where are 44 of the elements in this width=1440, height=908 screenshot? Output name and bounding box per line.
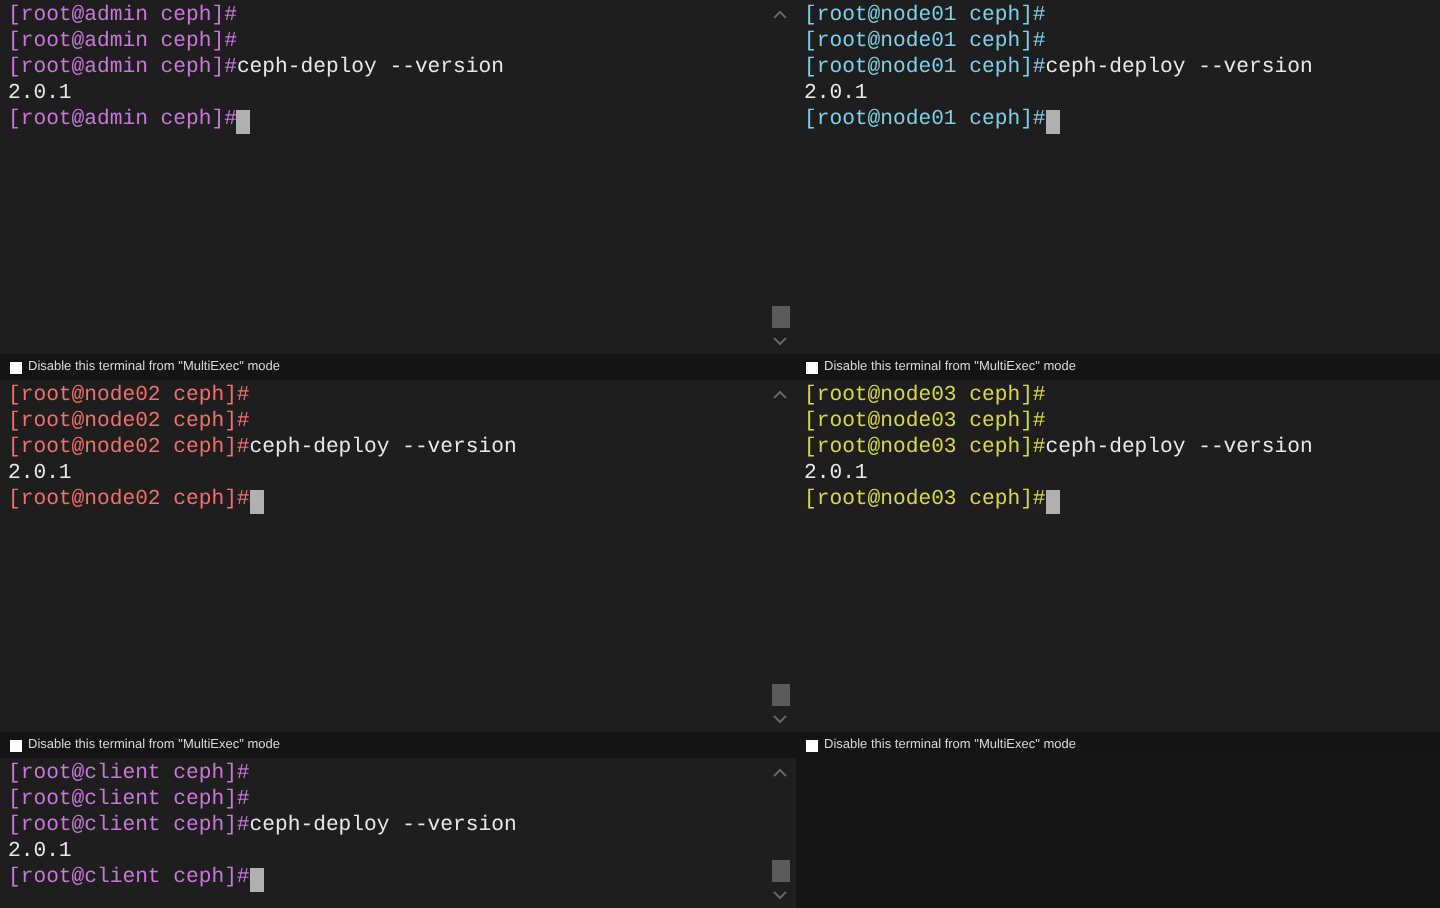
- shell-prompt: [root@node03 ceph]#: [804, 410, 1046, 436]
- scroll-up-icon[interactable]: [772, 8, 788, 20]
- shell-prompt: [root@node01 ceph]#: [804, 30, 1046, 56]
- shell-prompt: [root@node02 ceph]#: [8, 436, 250, 462]
- shell-prompt: [root@admin ceph]#: [8, 4, 237, 30]
- scrollbar-thumb[interactable]: [771, 684, 789, 706]
- scrollbar-thumb[interactable]: [771, 860, 789, 882]
- shell-prompt: [root@node02 ceph]#: [8, 384, 250, 410]
- command-output: 2.0.1: [804, 462, 868, 488]
- shell-prompt: [root@node03 ceph]#: [804, 436, 1046, 462]
- shell-prompt: [root@node02 ceph]#: [8, 488, 250, 514]
- scrollbar-thumb[interactable]: [771, 306, 789, 328]
- shell-command: ceph-deploy --version: [236, 56, 504, 82]
- scroll-down-icon[interactable]: [772, 336, 788, 348]
- shell-prompt: [root@client ceph]#: [8, 762, 250, 788]
- scroll-up-icon[interactable]: [772, 766, 788, 778]
- shell-prompt: [root@node03 ceph]#: [804, 384, 1046, 410]
- shell-command: ceph-deploy --version: [249, 814, 517, 840]
- shell-prompt: [root@node03 ceph]#: [804, 488, 1046, 514]
- command-output: 2.0.1: [8, 82, 72, 108]
- command-output: 2.0.1: [8, 840, 72, 866]
- shell-command: ceph-deploy --version: [249, 436, 517, 462]
- shell-prompt: [root@admin ceph]#: [8, 56, 237, 82]
- shell-command: ceph-deploy --version: [1045, 56, 1313, 82]
- command-output: 2.0.1: [804, 82, 868, 108]
- terminal-pane[interactable]: [root@client ceph]# [root@client ceph]# [root@client ceph]#ceph-deploy --version 2.0.1 [root@client ceph]#: [0, 758, 796, 908]
- terminal-pane[interactable]: [root@node01 ceph]# [root@node01 ceph]# [root@node01 ceph]#ceph-deploy --version 2.0.1 [root@node01 ceph]#: [796, 0, 1440, 354]
- scroll-down-icon[interactable]: [772, 890, 788, 902]
- scroll-down-icon[interactable]: [772, 714, 788, 726]
- shell-prompt: [root@node01 ceph]#: [804, 4, 1046, 30]
- shell-prompt: [root@node01 ceph]#: [804, 56, 1046, 82]
- scroll-up-icon[interactable]: [772, 388, 788, 400]
- shell-prompt: [root@client ceph]#: [8, 788, 250, 814]
- shell-prompt: [root@client ceph]#: [8, 814, 250, 840]
- terminal-pane[interactable]: [root@node03 ceph]# [root@node03 ceph]# [root@node03 ceph]#ceph-deploy --version 2.0.1 [root@node03 ceph]#: [796, 380, 1440, 732]
- shell-prompt: [root@admin ceph]#: [8, 108, 237, 134]
- terminal-pane[interactable]: [root@node02 ceph]# [root@node02 ceph]# [root@node02 ceph]#ceph-deploy --version 2.0.1 [root@node02 ceph]#: [0, 380, 796, 732]
- shell-command: ceph-deploy --version: [1045, 436, 1313, 462]
- shell-prompt: [root@admin ceph]#: [8, 30, 237, 56]
- shell-prompt: [root@node02 ceph]#: [8, 410, 250, 436]
- command-output: 2.0.1: [8, 462, 72, 488]
- terminal-pane[interactable]: [root@admin ceph]# [root@admin ceph]# [root@admin ceph]#ceph-deploy --version 2.0.1 [root@admin ceph]#: [0, 0, 796, 354]
- shell-prompt: [root@node01 ceph]#: [804, 108, 1046, 134]
- shell-prompt: [root@client ceph]#: [8, 866, 250, 892]
